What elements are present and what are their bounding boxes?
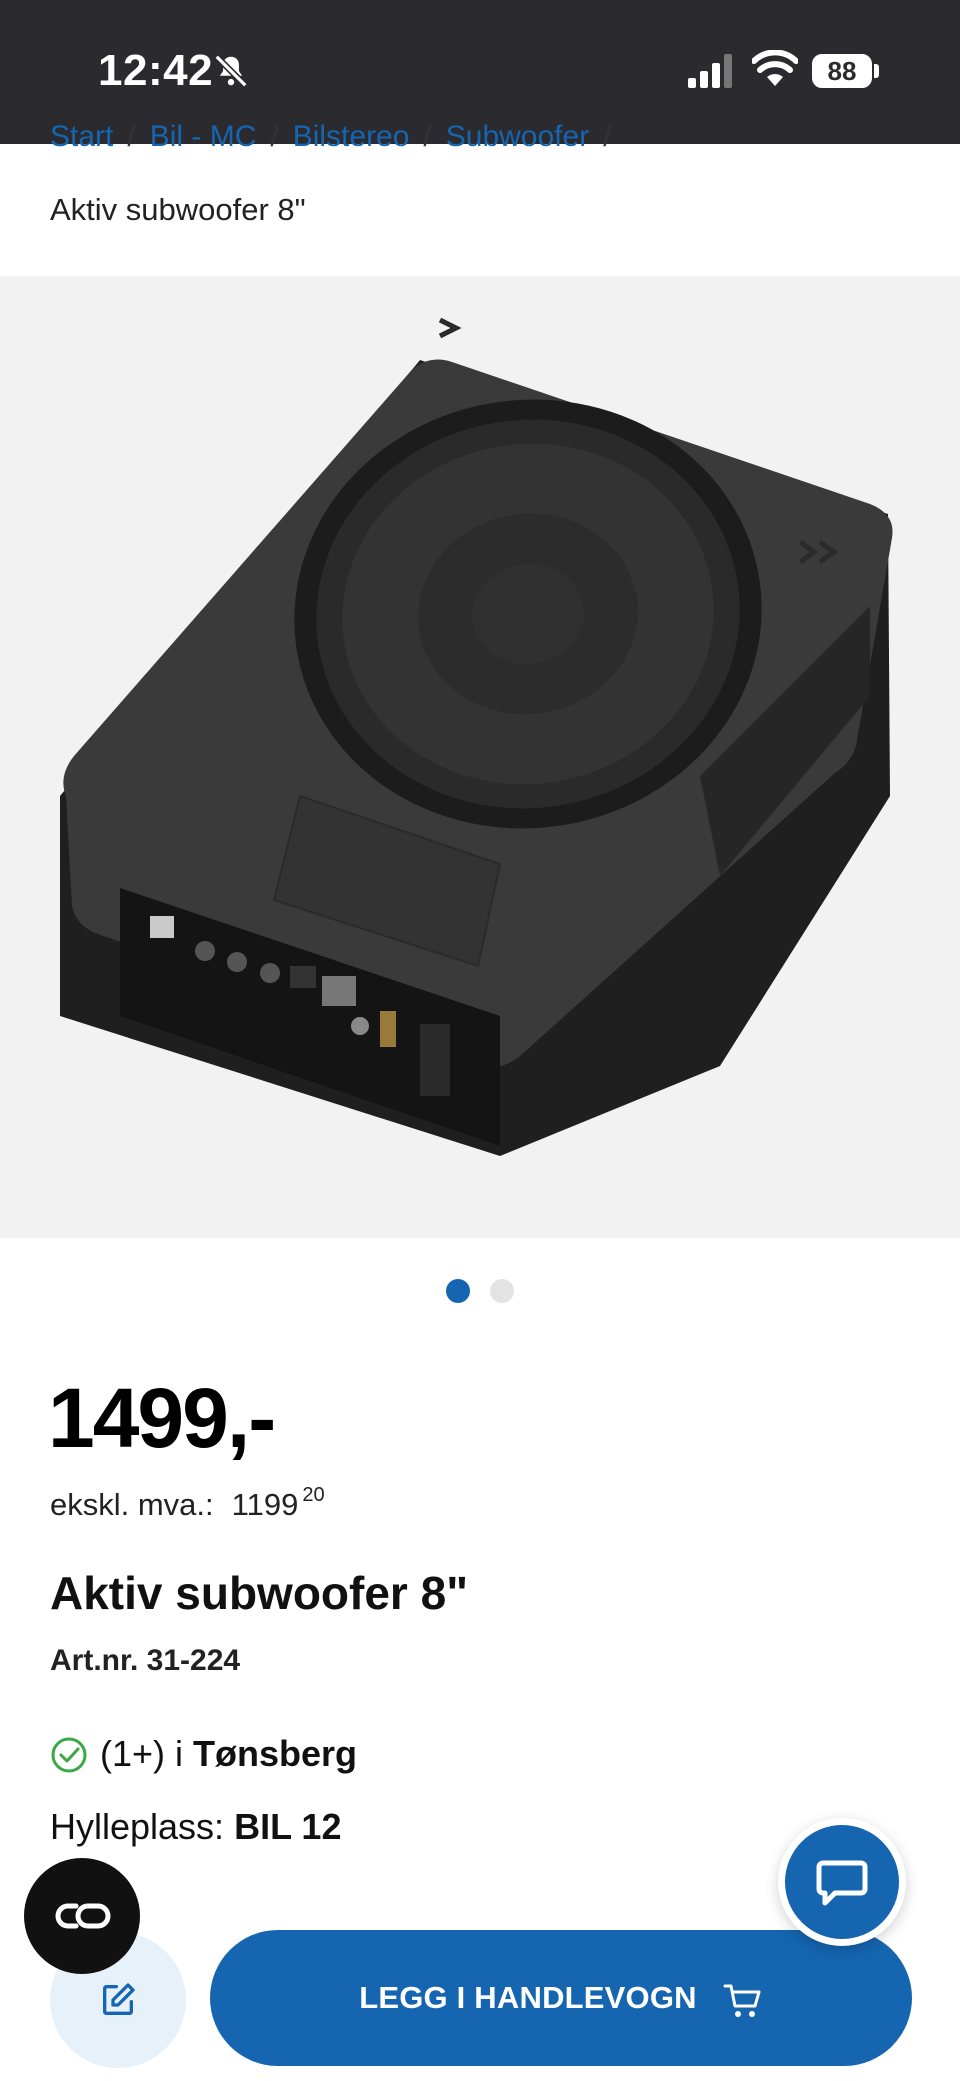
- wifi-icon: [752, 50, 798, 86]
- breadcrumb: Start / Bil - MC / Bilstereo / Subwoofer /: [50, 120, 626, 160]
- product-price: 1499,-: [48, 1371, 276, 1465]
- add-to-cart-label: LEGG I HANDLEVOGN: [359, 1980, 697, 2015]
- article-number: Art.nr. 31-224: [50, 1644, 241, 1677]
- stock-status[interactable]: (1+) i Tønsberg: [50, 1733, 357, 1775]
- co-logo-icon: [55, 1903, 111, 1929]
- breadcrumb-current: Aktiv subwoofer 8": [50, 192, 306, 227]
- battery-indicator: 88: [812, 54, 872, 88]
- subwoofer-illustration: [60, 317, 893, 1156]
- check-circle-icon: [51, 1737, 87, 1773]
- status-time: 12:42: [98, 46, 214, 95]
- gallery-dot-1[interactable]: [446, 1279, 470, 1303]
- breadcrumb-separator: /: [270, 120, 279, 153]
- stock-count: (1+) i: [100, 1733, 184, 1774]
- ex-vat-value: 1199: [231, 1487, 299, 1522]
- breadcrumb-separator: /: [127, 120, 136, 153]
- ex-vat-cents: 20: [302, 1484, 325, 1506]
- product-title: Aktiv subwoofer 8": [50, 1567, 468, 1619]
- price-ex-vat: ekskl. mva.: 1199 20: [50, 1484, 325, 1523]
- battery-tip: [874, 64, 879, 78]
- breadcrumb-subwoofer[interactable]: Subwoofer: [446, 120, 589, 154]
- bell-slash-icon: [214, 54, 248, 88]
- add-to-cart-button[interactable]: LEGG I HANDLEVOGN: [210, 1930, 912, 2066]
- shelf-location: Hylleplass: BIL 12: [50, 1806, 341, 1848]
- chat-button[interactable]: [778, 1818, 906, 1946]
- co-assistant-button[interactable]: [24, 1858, 140, 1974]
- cellular-signal-icon: [688, 54, 732, 88]
- breadcrumb-start[interactable]: Start: [50, 120, 113, 154]
- breadcrumb-bilstereo[interactable]: Bilstereo: [293, 120, 410, 154]
- edit-note-icon: [103, 1983, 135, 2015]
- shelf-label: Hylleplass:: [50, 1806, 225, 1847]
- stock-store: Tønsberg: [193, 1733, 358, 1774]
- shelf-value: BIL 12: [234, 1806, 342, 1847]
- breadcrumb-separator: /: [423, 120, 432, 153]
- cart-icon: [723, 1984, 761, 2017]
- gallery-dot-2[interactable]: [490, 1279, 514, 1303]
- breadcrumb-bil-mc[interactable]: Bil - MC: [150, 120, 257, 154]
- product-image[interactable]: [0, 276, 960, 1238]
- ex-vat-label: ekskl. mva.:: [50, 1487, 214, 1522]
- chat-bubble-icon: [816, 1860, 868, 1906]
- breadcrumb-separator: /: [603, 120, 612, 153]
- chat-button-inner: [785, 1825, 899, 1939]
